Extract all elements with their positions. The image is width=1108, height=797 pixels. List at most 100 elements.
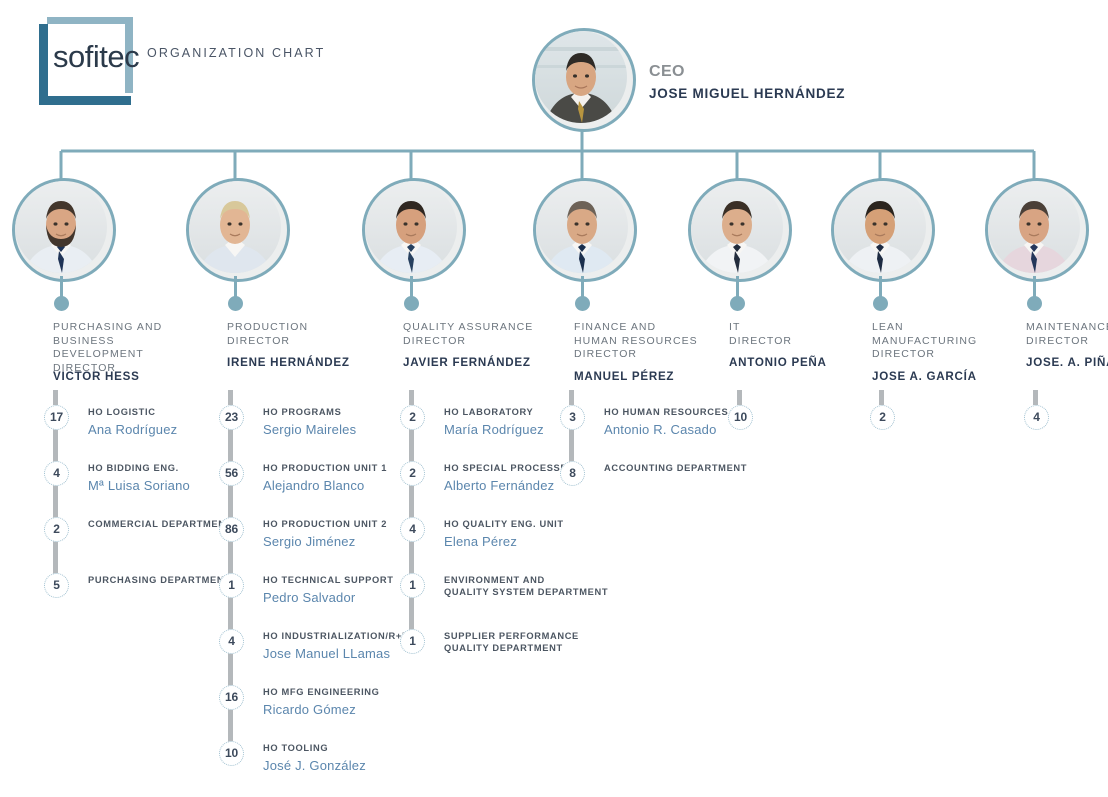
director-name-label: ANTONIO PEÑA: [729, 356, 827, 369]
subordinate-role-line: ACCOUNTING DEPARTMENT: [604, 463, 748, 473]
director-stem-dot: [1027, 296, 1042, 311]
director-role-line: FINANCE AND: [574, 321, 657, 333]
director-role-label: QUALITY ASSURANCE DIRECTOR: [403, 321, 538, 348]
subordinate-item: 1 ENVIRONMENT AND QUALITY SYSTEM DEPARTMEN…: [400, 573, 650, 629]
ceo-role-label: CEO: [649, 63, 685, 80]
subordinate-role-line: QUALITY DEPARTMENT: [444, 642, 563, 653]
director-role-line: MAINTENANCE: [1026, 321, 1108, 333]
director-role-line: BUSINESS DEVELOPMENT: [53, 334, 144, 361]
director-name-label: JOSE A. GARCÍA: [872, 369, 977, 383]
headcount-badge: 4: [1024, 405, 1049, 430]
director-avatar: [688, 178, 792, 282]
director-name-label: JOSE. A. PIÑA: [1026, 356, 1108, 369]
director-stem-dot: [575, 296, 590, 311]
headcount-badge: 5: [44, 573, 69, 598]
subordinate-item: 4: [1024, 405, 1108, 461]
subordinate-role-line: QUALITY SYSTEM DEPARTMENT: [444, 586, 609, 597]
director-role-label: LEAN MANUFACTURING DIRECTOR: [872, 321, 1007, 362]
subordinate-name-label: Ricardo Gómez: [263, 702, 356, 717]
director-role-label: FINANCE AND HUMAN RESOURCES DIRECTOR: [574, 321, 709, 362]
director-role-line: HUMAN RESOURCES: [574, 334, 698, 347]
ceo-text-block: CEO JOSE MIGUEL HERNÁNDEZ: [649, 62, 845, 101]
ceo-avatar: [532, 28, 636, 132]
logo-bottom-bar: [39, 96, 131, 105]
director-stem-dot: [54, 296, 69, 311]
director-role-line: DIRECTOR: [574, 348, 638, 360]
ceo-portrait-image: [535, 31, 627, 123]
director-stem-dot: [730, 296, 745, 311]
headcount-badge: 4: [44, 461, 69, 486]
headcount-badge: 2: [44, 517, 69, 542]
portrait-image: [536, 181, 628, 273]
page-title: ORGANIZATION CHART: [147, 46, 326, 60]
headcount-badge: 1: [400, 573, 425, 598]
director-avatar: [362, 178, 466, 282]
subordinate-rail-stub: [879, 390, 884, 405]
ceo-name-label: JOSE MIGUEL HERNÁNDEZ: [649, 86, 846, 101]
headcount-badge: 23: [219, 405, 244, 430]
subordinate-rail-stub: [737, 390, 742, 405]
portrait-image: [365, 181, 457, 273]
subordinate-role-line: HO TOOLING: [263, 743, 329, 753]
portrait-image: [691, 181, 783, 273]
director-name-label: VICTOR HESS: [53, 369, 140, 383]
director-avatar: [12, 178, 116, 282]
headcount-badge: 4: [219, 629, 244, 654]
subordinate-item: 8 ACCOUNTING DEPARTMENT: [560, 461, 810, 517]
headcount-badge: 10: [728, 405, 753, 430]
director-name-label: MANUEL PÉREZ: [574, 369, 675, 383]
subordinate-role-label: SUPPLIER PERFORMANCE QUALITY DEPARTMENT: [444, 631, 649, 654]
subordinate-role-label: HO MFG ENGINEERING: [263, 687, 468, 699]
subordinate-role-label: ACCOUNTING DEPARTMENT: [604, 463, 809, 475]
portrait-image: [189, 181, 281, 273]
director-stem-dot: [404, 296, 419, 311]
headcount-badge: 1: [400, 629, 425, 654]
headcount-badge: 56: [219, 461, 244, 486]
subordinate-role-line: HO QUALITY ENG. UNIT: [444, 519, 564, 529]
director-role-line: LEAN: [872, 321, 904, 333]
headcount-badge: 2: [400, 461, 425, 486]
subordinate-rail-stub: [1033, 390, 1038, 405]
director-avatar: [985, 178, 1089, 282]
director-stem: [581, 276, 584, 298]
subordinate-role-label: HO TOOLING: [263, 743, 468, 755]
portrait-image: [834, 181, 926, 273]
subordinate-rail-stub: [228, 390, 233, 405]
subordinate-item: 4 HO QUALITY ENG. UNIT Elena Pérez: [400, 517, 650, 573]
director-role-label: PURCHASING AND BUSINESS DEVELOPMENT DIRECT…: [53, 321, 188, 375]
subordinate-role-line: ENVIRONMENT AND: [444, 575, 545, 585]
director-stem: [879, 276, 882, 298]
subordinate-item: 16 HO MFG ENGINEERING Ricardo Gómez: [219, 685, 469, 741]
subordinate-rail-stub: [53, 390, 58, 405]
director-stem-dot: [228, 296, 243, 311]
subordinate-rail-stub: [409, 390, 414, 405]
headcount-badge: 8: [560, 461, 585, 486]
director-role-line: QUALITY ASSURANCE: [403, 321, 534, 333]
headcount-badge: 2: [400, 405, 425, 430]
headcount-badge: 1: [219, 573, 244, 598]
director-role-line: DIRECTOR: [403, 334, 467, 347]
director-avatar: [186, 178, 290, 282]
director-name-label: JAVIER FERNÁNDEZ: [403, 356, 531, 369]
subordinate-item: 1 SUPPLIER PERFORMANCE QUALITY DEPARTMENT: [400, 629, 650, 685]
subordinate-name-label: José J. González: [263, 758, 366, 773]
director-role-line: DIRECTOR: [227, 334, 291, 347]
director-role-label: IT DIRECTOR: [729, 321, 864, 348]
subordinate-name-label: Elena Pérez: [444, 534, 518, 549]
portrait-image: [15, 181, 107, 273]
director-role-label: MAINTENANCE DIRECTOR: [1026, 321, 1108, 348]
headcount-badge: 16: [219, 685, 244, 710]
headcount-badge: 17: [44, 405, 69, 430]
sofitec-logo: sofitec: [33, 17, 140, 105]
director-name-label: IRENE HERNÁNDEZ: [227, 356, 350, 369]
director-stem: [234, 276, 237, 298]
director-stem: [1033, 276, 1036, 298]
headcount-badge: 2: [870, 405, 895, 430]
director-stem: [60, 276, 63, 298]
headcount-badge: 10: [219, 741, 244, 766]
director-role-label: PRODUCTION DIRECTOR: [227, 321, 362, 348]
director-role-line: PRODUCTION: [227, 321, 309, 333]
director-role-line: IT: [729, 321, 741, 333]
logo-wordmark: sofitec: [53, 39, 140, 74]
ceo-node: CEO JOSE MIGUEL HERNÁNDEZ: [532, 28, 952, 133]
